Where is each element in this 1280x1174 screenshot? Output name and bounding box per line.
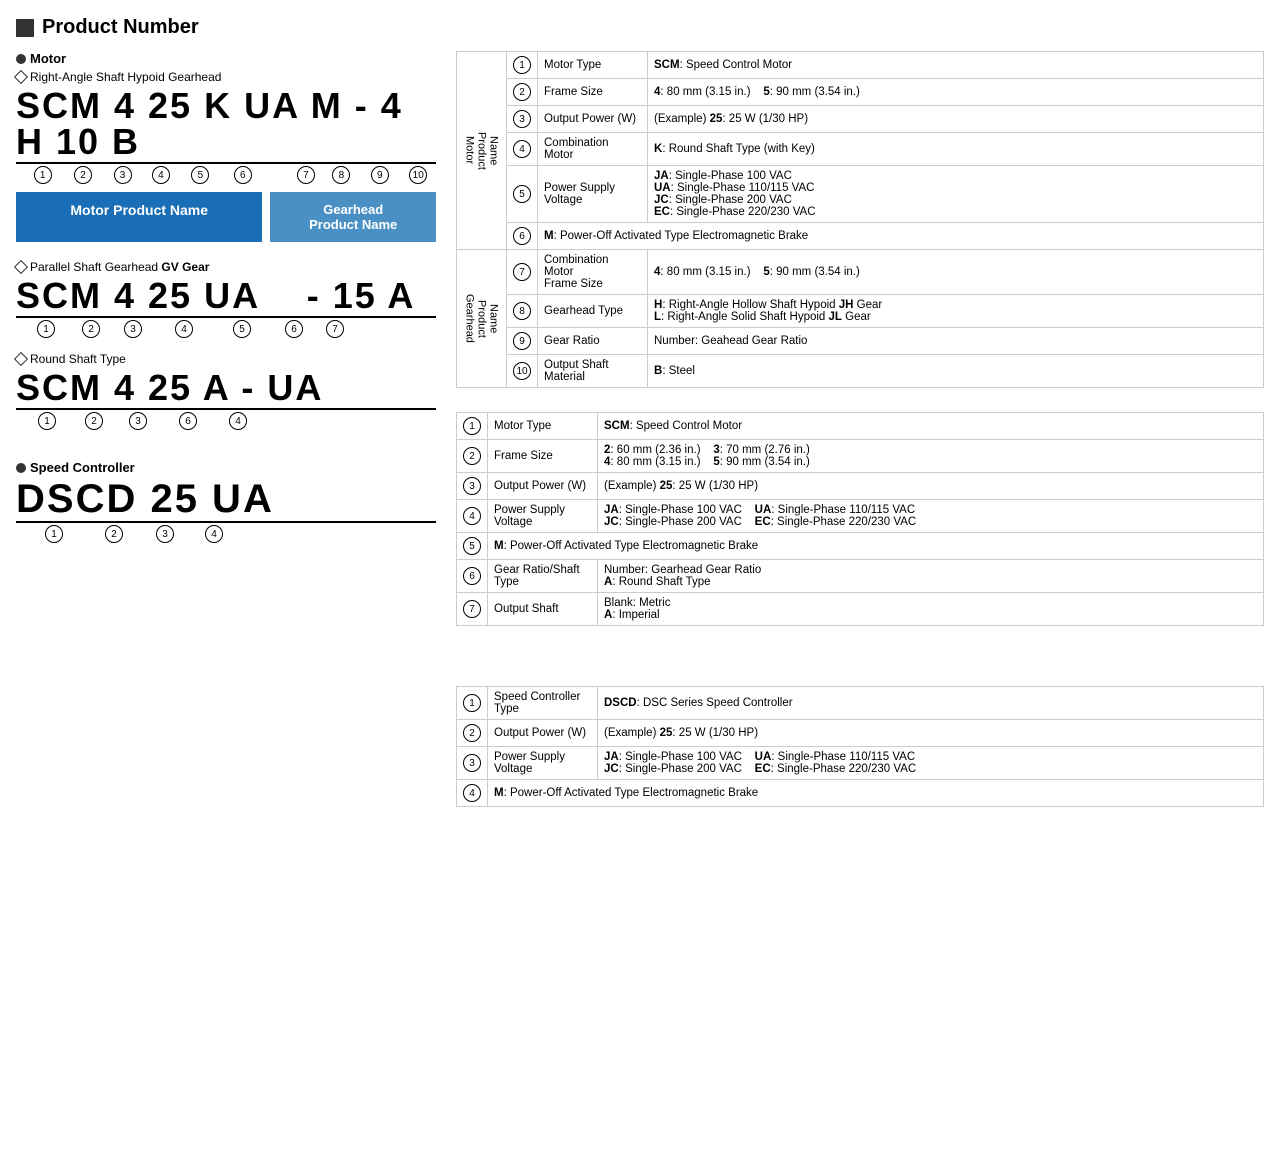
parallel-spec-table: 1 Motor Type SCM: Speed Control Motor 2 …: [456, 412, 1264, 626]
num-10: 10: [401, 166, 436, 184]
p-num-2: 2: [72, 320, 110, 338]
motor-product-name-label: Motor Product Name: [16, 192, 262, 242]
p-num-7: 7: [316, 320, 354, 338]
table-row: 4 Combination Motor K: Round Shaft Type …: [457, 133, 1264, 166]
r-num-6: 6: [162, 412, 214, 430]
parallel-product-code: SCM 4 25 UA - 15 A: [16, 278, 436, 318]
p-num-1: 1: [20, 320, 72, 338]
sc-num-4: 4: [190, 525, 238, 543]
round-num-row: 1 2 3 6 4: [16, 412, 436, 430]
r-num-2: 2: [74, 412, 114, 430]
table-row: 3 Power Supply Voltage JA: Single-Phase …: [457, 747, 1264, 780]
speed-controller-section: Speed Controller DSCD 25 UA 1 2 3 4: [16, 460, 436, 543]
p-num-4: 4: [156, 320, 212, 338]
num-5: 5: [178, 166, 223, 184]
diamond-parallel-icon: [14, 260, 28, 274]
page-title: Product Number: [16, 16, 1264, 39]
num-4: 4: [144, 166, 178, 184]
hypoid-num-row: 1 2 3 4 5 6 7 8 9 10: [16, 166, 436, 184]
table-row: 6 M: Power-Off Activated Type Electromag…: [457, 223, 1264, 250]
table-row: MotorProductName 1 Motor Type SCM: Speed…: [457, 52, 1264, 79]
sc-num-3: 3: [140, 525, 190, 543]
num-1: 1: [20, 166, 65, 184]
group-gearhead-product: GearheadProductName: [457, 250, 507, 388]
table-row: 1 Motor Type SCM: Speed Control Motor: [457, 413, 1264, 440]
hypoid-spec-table: MotorProductName 1 Motor Type SCM: Speed…: [456, 51, 1264, 388]
sc-num-1: 1: [20, 525, 88, 543]
table-row: 3 Output Power (W) (Example) 25: 25 W (1…: [457, 106, 1264, 133]
table-row: 6 Gear Ratio/ShaftType Number: Gearhead …: [457, 560, 1264, 593]
table-row: 4 Power Supply Voltage JA: Single-Phase …: [457, 500, 1264, 533]
table-row: 8 Gearhead Type H: Right-Angle Hollow Sh…: [457, 295, 1264, 328]
bullet-motor-icon: [16, 54, 26, 64]
table-row: 2 Output Power (W) (Example) 25: 25 W (1…: [457, 720, 1264, 747]
diamond-round-icon: [14, 352, 28, 366]
table-row: 9 Gear Ratio Number: Geahead Gear Ratio: [457, 328, 1264, 355]
num-7: 7: [288, 166, 323, 184]
r-num-4: 4: [214, 412, 262, 430]
table-row: 10 Output Shaft Material B: Steel: [457, 355, 1264, 388]
num-6: 6: [223, 166, 262, 184]
speed-product-code: DSCD 25 UA: [16, 479, 436, 523]
motor-section-label: Motor: [16, 51, 436, 66]
num-3: 3: [101, 166, 144, 184]
diamond-round-label: Round Shaft Type: [16, 352, 436, 366]
gearhead-product-name-label: GearheadProduct Name: [270, 192, 436, 242]
speed-controller-spec-table: 1 Speed ControllerType DSCD: DSC Series …: [456, 686, 1264, 807]
diamond-hypoid-label: Right-Angle Shaft Hypoid Gearhead: [16, 70, 436, 84]
diamond-hypoid-icon: [14, 70, 28, 84]
sc-num-2: 2: [88, 525, 140, 543]
row-num-1: 1: [507, 52, 538, 79]
table-row: 5 M: Power-Off Activated Type Electromag…: [457, 533, 1264, 560]
num-2: 2: [65, 166, 100, 184]
p-num-6: 6: [272, 320, 316, 338]
table-row: 4 M: Power-Off Activated Type Electromag…: [457, 780, 1264, 807]
title-square-icon: [16, 19, 34, 37]
diamond-parallel-label: Parallel Shaft Gearhead GV Gear: [16, 260, 436, 274]
table-row: 2 Frame Size 2: 60 mm (2.36 in.) 3: 70 m…: [457, 440, 1264, 473]
num-8: 8: [324, 166, 359, 184]
r-num-3: 3: [114, 412, 162, 430]
table-row: 3 Output Power (W) (Example) 25: 25 W (1…: [457, 473, 1264, 500]
r-num-1: 1: [20, 412, 74, 430]
round-product-code: SCM 4 25 A - UA: [16, 370, 436, 410]
p-num-5: 5: [212, 320, 272, 338]
p-num-3: 3: [110, 320, 156, 338]
speed-num-row: 1 2 3 4: [16, 525, 436, 543]
num-dash: [263, 166, 289, 184]
label-boxes: Motor Product Name GearheadProduct Name: [16, 192, 436, 242]
right-panel: MotorProductName 1 Motor Type SCM: Speed…: [456, 51, 1264, 807]
parallel-num-row: 1 2 3 4 5 6 7: [16, 320, 436, 338]
table-row: 2 Frame Size 4: 80 mm (3.15 in.) 5: 90 m…: [457, 79, 1264, 106]
table-row: 1 Speed ControllerType DSCD: DSC Series …: [457, 687, 1264, 720]
hypoid-product-code: SCM 4 25 K UA M - 4 H 10 B: [16, 88, 436, 164]
bullet-speed-icon: [16, 463, 26, 473]
num-9: 9: [359, 166, 400, 184]
table-row: GearheadProductName 7 Combination MotorF…: [457, 250, 1264, 295]
left-panel-motor: Motor Right-Angle Shaft Hypoid Gearhead …: [16, 51, 436, 551]
speed-section-label: Speed Controller: [16, 460, 436, 475]
table-row: 5 Power Supply Voltage JA: Single-Phase …: [457, 166, 1264, 223]
group-motor-product: MotorProductName: [457, 52, 507, 250]
table-row: 7 Output Shaft Blank: Metric A: Imperial: [457, 593, 1264, 626]
